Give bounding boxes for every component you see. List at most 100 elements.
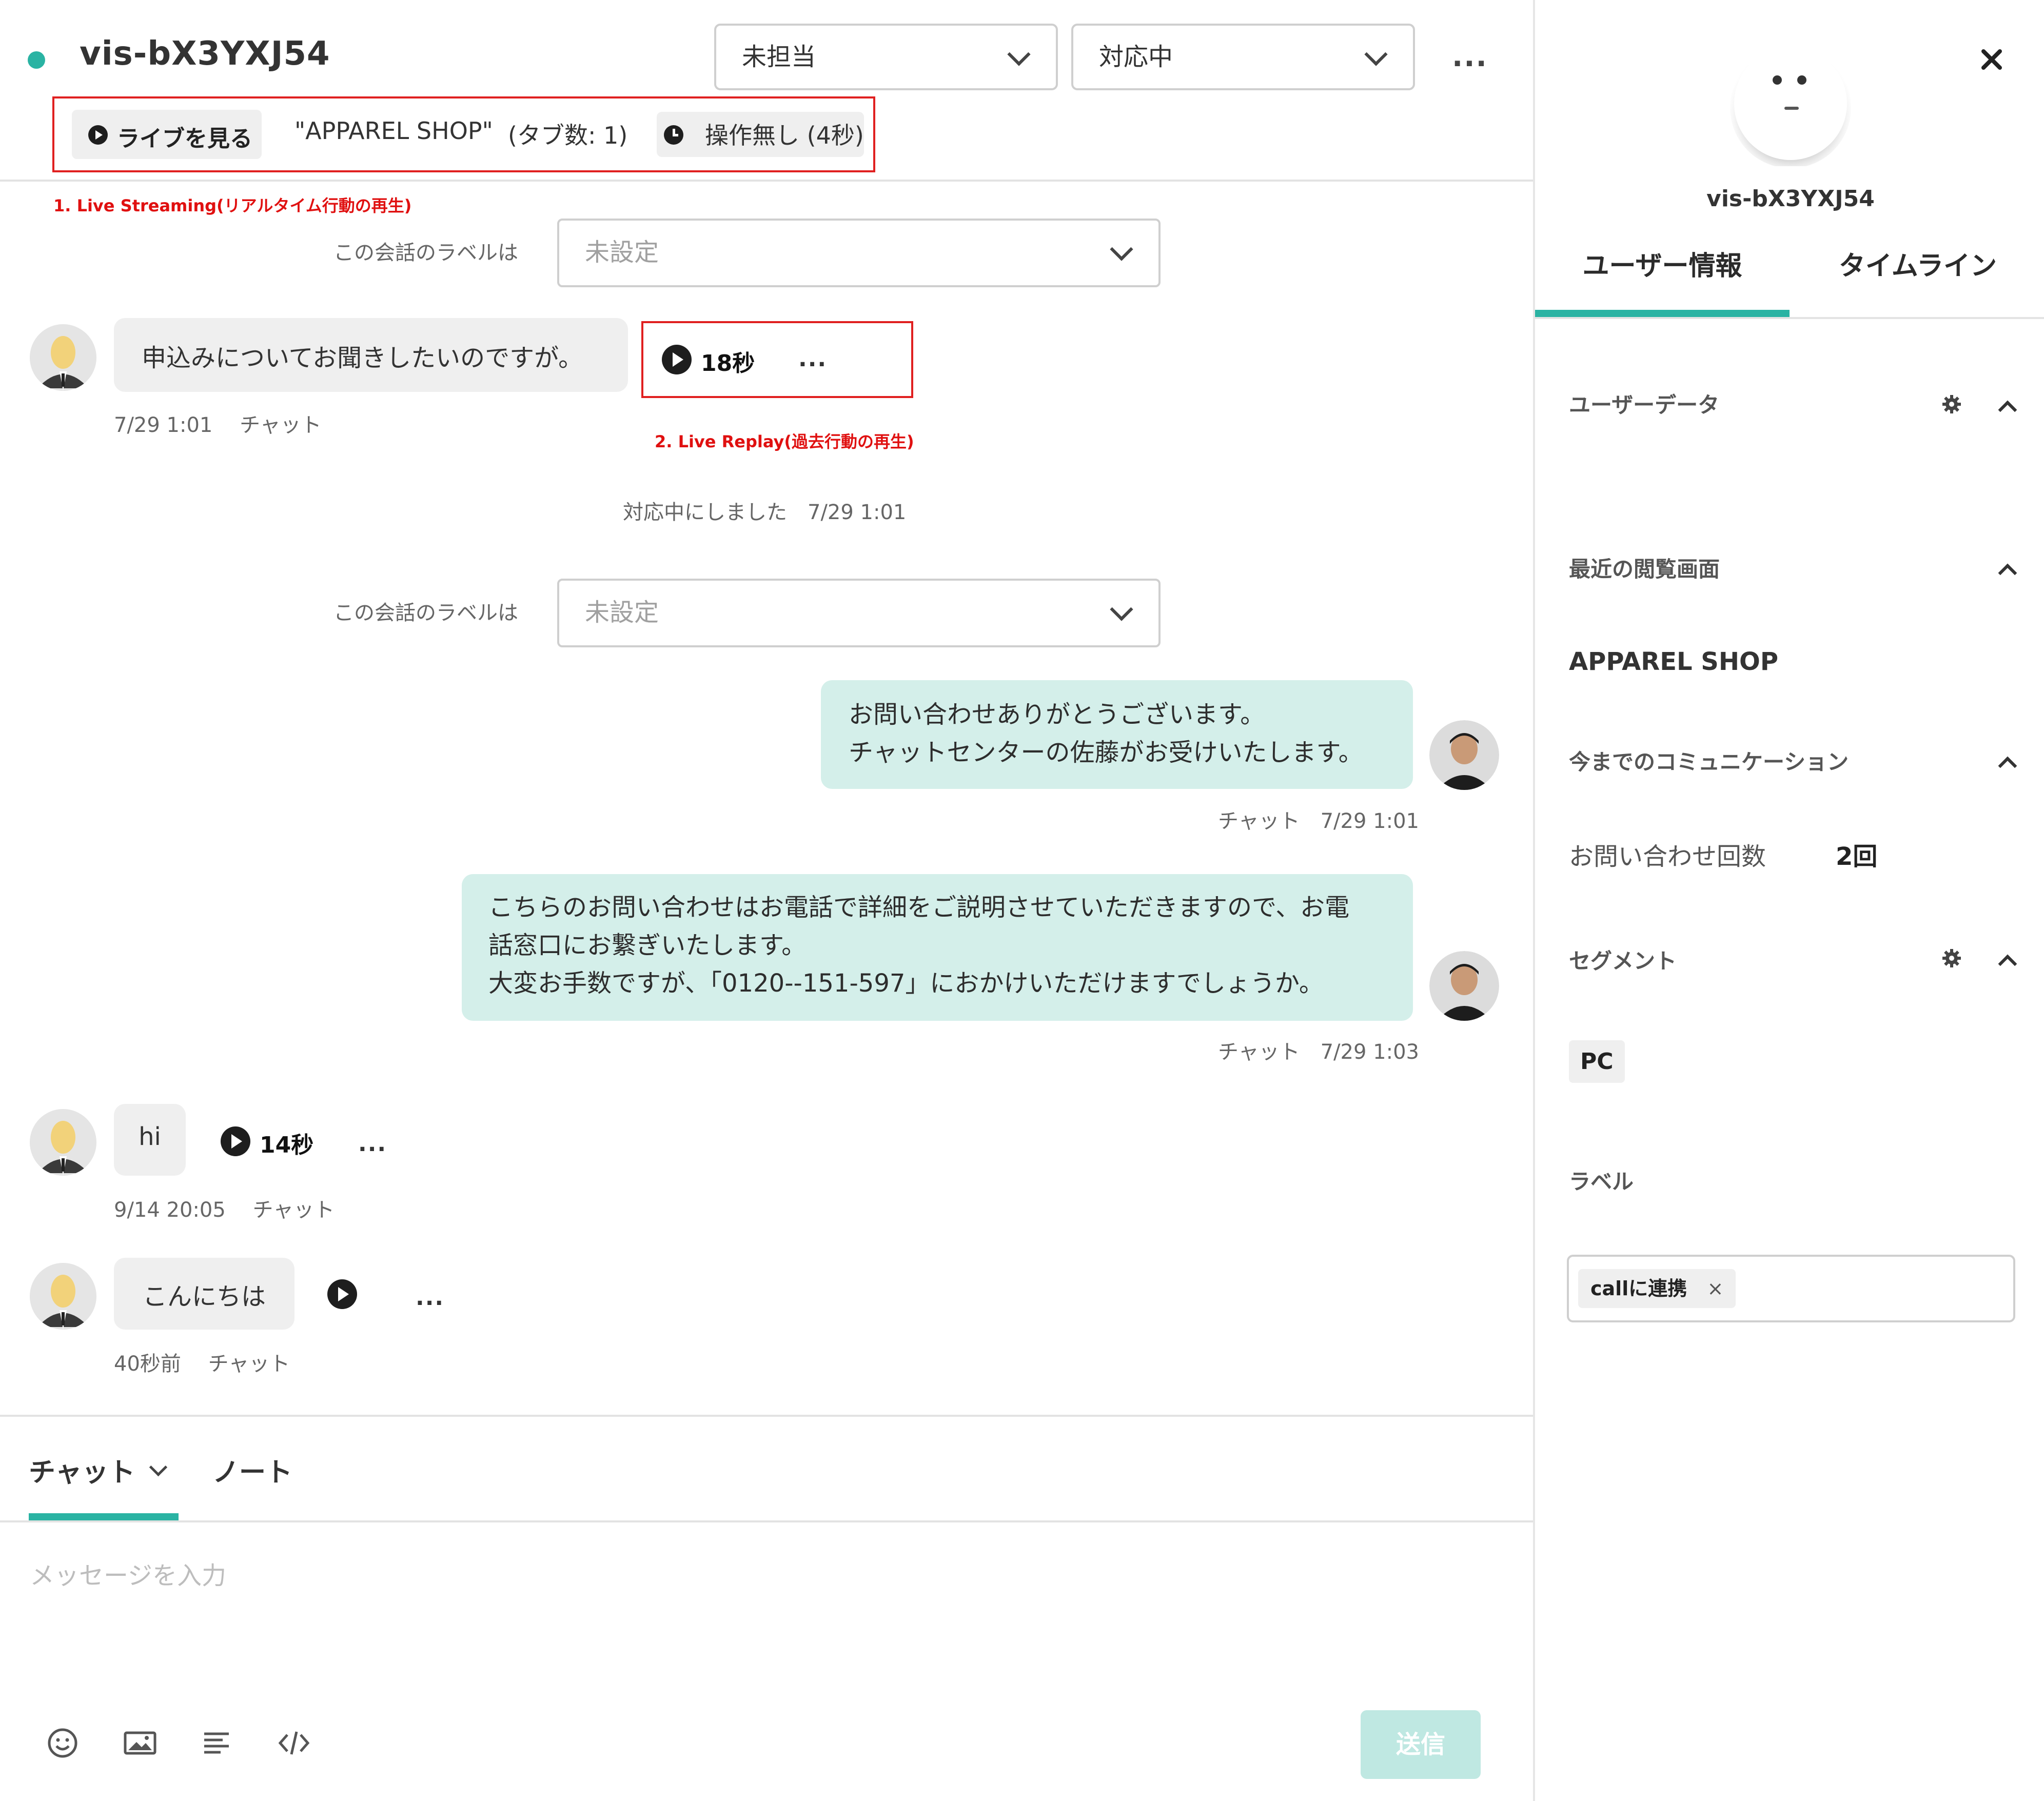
replay-duration: 18秒 [701, 350, 755, 377]
assignee-select-value: 未担当 [742, 43, 816, 71]
replay-button[interactable]: 18秒 [662, 342, 764, 378]
annotation-live-streaming: 1. Live Streaming(リアルタイム行動の再生) [53, 196, 412, 215]
composer-divider [0, 1415, 1533, 1417]
label-select-placeholder: 未設定 [585, 238, 659, 267]
send-button[interactable]: 送信 [1361, 1710, 1481, 1779]
label-tag-input[interactable]: callに連携 × [1567, 1255, 2015, 1322]
tab-active-indicator [1535, 310, 1790, 317]
tabs-divider [1535, 317, 2044, 319]
visitor-avatar [30, 1263, 96, 1330]
chat-panel: vis-bX3YXJ54 未担当 対応中 ... ライブを見る "APPAREL… [0, 0, 1533, 1801]
chevron-up-icon[interactable] [1998, 954, 2017, 974]
visitor-avatar-large [1729, 43, 1852, 168]
label-question: この会話のラベルは [333, 601, 518, 625]
recent-page-item[interactable]: APPAREL SHOP [1569, 647, 1778, 676]
code-icon[interactable] [276, 1727, 312, 1759]
header-divider [0, 180, 1533, 182]
label-question: この会話のラベルは [333, 241, 518, 265]
watch-live-label: ライブを見る [117, 126, 252, 152]
message-bubble-incoming: 申込みについてお聞きしたいのですが。 [114, 318, 628, 392]
status-select-value: 対応中 [1099, 43, 1173, 71]
message-bubble-outgoing: お問い合わせありがとうございます。 チャットセンターの佐藤がお受けいたします。 [821, 680, 1413, 789]
label-select-placeholder: 未設定 [585, 598, 659, 627]
annotation-live-replay: 2. Live Replay(過去行動の再生) [655, 432, 914, 451]
more-options-button[interactable]: ... [1452, 40, 1488, 73]
message-line: こちらのお問い合わせはお電話で詳細をご説明させていただきますので、お電 [488, 893, 1350, 922]
tab-active-indicator [29, 1513, 179, 1520]
replay-button[interactable] [327, 1279, 358, 1310]
chevron-down-icon [1110, 238, 1133, 261]
inquiry-count-value: 2回 [1836, 842, 1878, 871]
operator-avatar [1429, 720, 1499, 790]
clock-icon [664, 125, 683, 145]
close-icon[interactable] [1976, 44, 2007, 75]
watch-live-button[interactable]: ライブを見る [72, 110, 262, 159]
label-tag-text: callに連携 [1590, 1277, 1687, 1300]
system-event: 対応中にしました 7/29 1:01 [623, 501, 907, 524]
replay-duration: 14秒 [260, 1132, 314, 1158]
segment-chip: PC [1569, 1040, 1625, 1083]
visitor-avatar [30, 324, 96, 391]
message-meta: 40秒前 チャット [114, 1352, 290, 1376]
tab-timeline-label: タイムライン [1838, 251, 1997, 282]
replay-button[interactable]: 14秒 [221, 1124, 323, 1160]
image-icon[interactable] [122, 1727, 158, 1759]
status-select[interactable]: 対応中 [1071, 24, 1415, 90]
section-label-title: ラベル [1569, 1169, 1634, 1194]
play-icon [327, 1279, 357, 1309]
message-meta: チャット 7/29 1:03 [1218, 1040, 1419, 1064]
chevron-up-icon[interactable] [1998, 400, 2017, 420]
play-icon [662, 345, 692, 374]
message-input[interactable]: メッセージを入力 [30, 1555, 1497, 1678]
chevron-up-icon[interactable] [1998, 563, 2017, 583]
chevron-down-icon [1364, 43, 1388, 66]
section-segment-title: セグメント [1569, 948, 1677, 974]
template-icon[interactable] [200, 1727, 233, 1759]
tab-user-info[interactable]: ユーザー情報 [1535, 244, 1790, 283]
online-status-dot [28, 51, 45, 69]
section-recent-pages-title: 最近の閲覧画面 [1569, 557, 1720, 582]
conversation-label-select[interactable]: 未設定 [557, 219, 1161, 287]
tag-remove-icon[interactable]: × [1707, 1277, 1723, 1300]
idle-status-text: 操作無し (4秒) [705, 122, 864, 149]
tab-timeline[interactable]: タイムライン [1790, 244, 2044, 283]
visitor-id-title: vis-bX3YXJ54 [80, 35, 330, 73]
message-more-button[interactable]: ... [798, 346, 827, 372]
message-more-button[interactable]: ... [416, 1284, 444, 1311]
current-page-title: "APPAREL SHOP" [294, 117, 493, 145]
message-line: チャットセンターの佐藤がお受けいたします。 [849, 738, 1363, 767]
message-meta: チャット 7/29 1:01 [1218, 809, 1419, 833]
conversation-label-select[interactable]: 未設定 [557, 579, 1161, 647]
visitor-avatar [30, 1109, 96, 1176]
tab-chat[interactable]: チャット [29, 1451, 135, 1488]
assignee-select[interactable]: 未担当 [714, 24, 1058, 90]
message-bubble-incoming: こんにちは [114, 1258, 294, 1330]
operator-avatar [1429, 951, 1499, 1021]
section-user-data-title: ユーザーデータ [1569, 392, 1720, 418]
play-icon [88, 125, 108, 145]
label-tag: callに連携 × [1578, 1269, 1736, 1308]
tabs-divider [0, 1520, 1533, 1522]
chevron-down-icon[interactable] [149, 1458, 168, 1477]
tab-note[interactable]: ノート [212, 1451, 293, 1488]
message-line: 話窓口にお繋ぎいたします。 [488, 931, 807, 960]
message-more-button[interactable]: ... [358, 1131, 387, 1157]
chevron-down-icon [1007, 43, 1031, 66]
message-meta: 7/29 1:01 チャット [114, 413, 322, 437]
tab-chat-label: チャット [29, 1457, 135, 1488]
chevron-down-icon [1110, 598, 1133, 621]
visitor-sidebar: vis-bX3YXJ54 ユーザー情報 タイムライン ユーザーデータ 最近の閲覧… [1533, 0, 2044, 1801]
emoji-icon[interactable] [46, 1727, 79, 1759]
section-communication-title: 今までのコミュニケーション [1569, 749, 1849, 775]
tab-note-label: ノート [212, 1457, 293, 1488]
tab-user-info-label: ユーザー情報 [1582, 251, 1742, 282]
inquiry-count-label: お問い合わせ回数 [1569, 842, 1766, 871]
message-line: お問い合わせありがとうございます。 [849, 700, 1265, 729]
chevron-up-icon[interactable] [1998, 756, 2017, 776]
gear-icon[interactable] [1941, 948, 1962, 968]
tab-count: (タブ数: 1) [508, 122, 628, 149]
message-bubble-outgoing: こちらのお問い合わせはお電話で詳細をご説明させていただきますので、お電 話窓口に… [462, 874, 1413, 1021]
gear-icon[interactable] [1941, 394, 1962, 414]
idle-status-badge: 操作無し (4秒) [657, 112, 864, 157]
message-line: 大変お手数ですが、「0120--151-597」におかけいただけますでしょうか。 [488, 969, 1324, 998]
